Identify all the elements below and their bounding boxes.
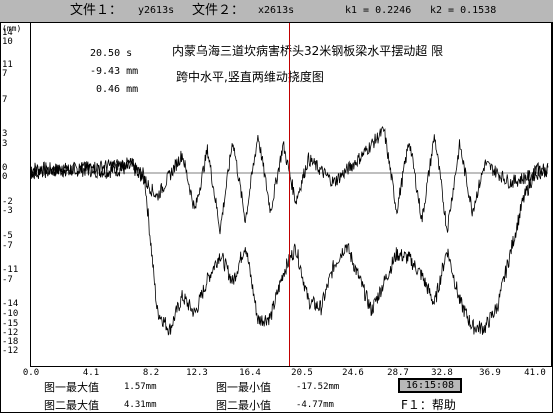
max2-value: 4.31mm [124,400,157,410]
max1-label: 图一最大值 [44,381,99,394]
deflection-plot [30,23,549,366]
help-hint[interactable]: F１：帮助 [401,396,456,413]
min2-label: 图二最小值 [216,399,271,412]
min1-label: 图一最小值 [216,381,271,394]
min1-value: -17.52mm [296,382,340,392]
min2-value: -4.77mm [296,400,334,410]
clock-display: 16:15:08 [398,378,462,393]
max1-value: 1.57mm [124,382,157,392]
max2-label: 图二最大值 [44,399,99,412]
